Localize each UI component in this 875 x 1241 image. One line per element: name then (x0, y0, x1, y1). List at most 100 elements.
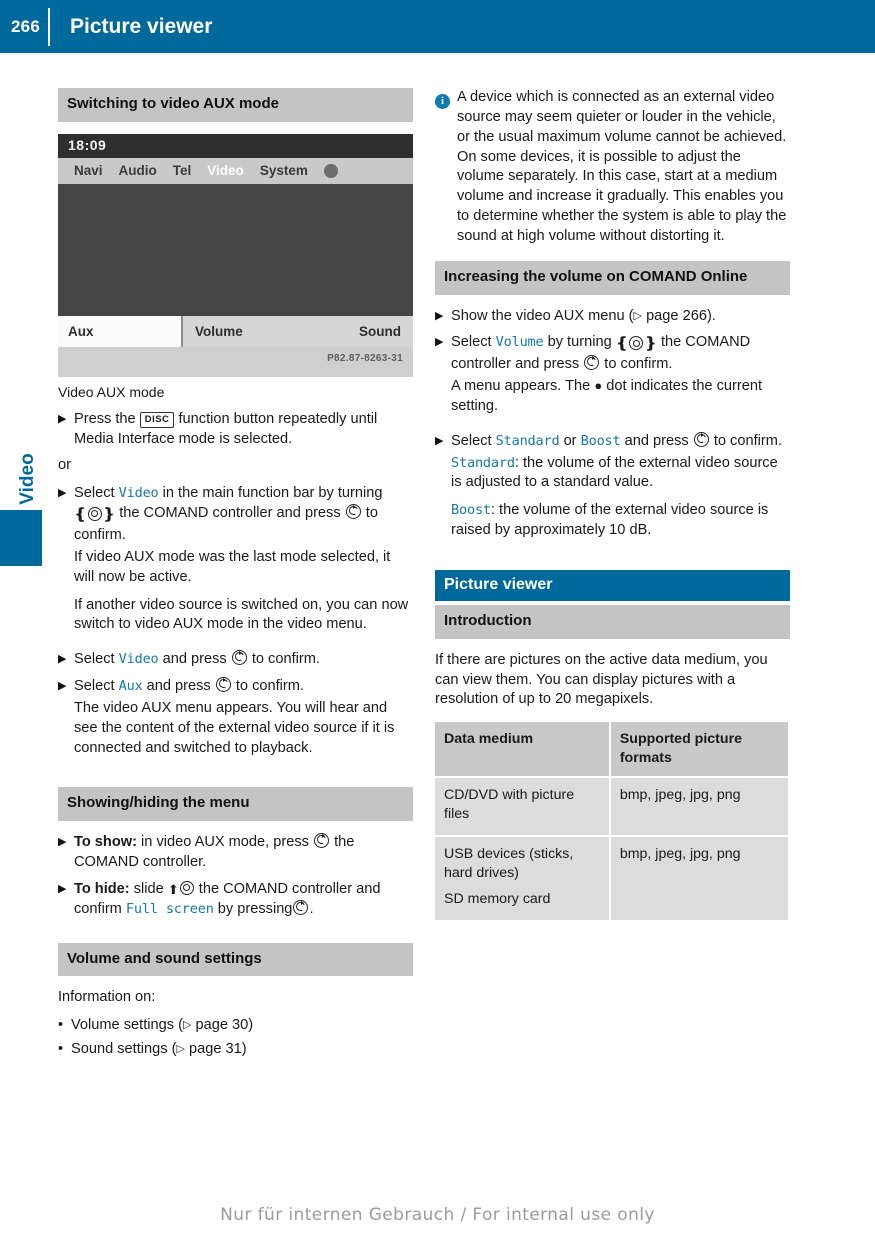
step-select-video-confirm: ▶ Select Video and press to confirm. (58, 650, 413, 670)
step-body: Select Standard or Boost and press to co… (451, 431, 790, 549)
information-on-label: Information on: (58, 989, 156, 1006)
screenshot-menu-audio: Audio (118, 163, 157, 179)
heading-picture-viewer: Picture viewer (435, 569, 790, 601)
dot-bullet-icon: • (58, 1040, 64, 1057)
step-text-or: or (563, 432, 577, 449)
page-header: 266 Picture viewer (0, 0, 875, 53)
comand-turn-icon: ❴ ❵ (74, 506, 116, 524)
comand-screenshot: 18:09 Navi Audio Tel Video System Aux Vo… (58, 133, 413, 377)
comand-slide-up-icon: ⬆ (167, 881, 179, 897)
screenshot-video-area (58, 183, 413, 316)
list-item: • Sound settings (▷ page 31) (58, 1040, 413, 1060)
screenshot-footer-strip: P82.87-8263-31 (58, 346, 413, 377)
step-note-1: If video AUX mode was the last mode sele… (74, 548, 391, 585)
screenshot-softkey-bar: Aux Volume Sound (58, 315, 413, 347)
table-header-row: Data medium Supported picture formats (435, 722, 788, 777)
screenshot-knob-icon (323, 163, 338, 178)
list-item-label: Volume settings ( (71, 1017, 183, 1034)
heading-volume-sound-settings: Volume and sound settings (58, 942, 413, 977)
step-body: Show the video AUX menu (▷ page 266). (451, 307, 790, 327)
page-footer: Nur für internen Gebrauch / For internal… (220, 1205, 655, 1225)
list-item-body: Sound settings (▷ page 31) (71, 1040, 247, 1060)
triangle-bullet-icon: ▶ (435, 434, 444, 447)
list-item-label: Sound settings ( (71, 1040, 177, 1057)
screenshot-main-function-bar: Navi Audio Tel Video System (58, 157, 413, 184)
step-text-b: and press (162, 651, 227, 668)
step-text-c: to confirm. (235, 678, 304, 695)
comand-press-icon (231, 650, 247, 666)
screenshot-menu-tel: Tel (172, 163, 192, 179)
step-text-a: Select (451, 334, 492, 351)
screenshot-softkey-aux: Aux (58, 315, 183, 347)
screenshot-clock: 18:09 (68, 136, 107, 153)
step-text-c: to confirm. (251, 651, 320, 668)
header-divider (48, 8, 50, 46)
step-body: To show: in video AUX mode, press the CO… (74, 833, 413, 873)
comand-press-icon (345, 504, 361, 520)
step-text-a: Select (74, 678, 115, 695)
step-select-aux-confirm: ▶ Select Aux and press to confirm. The v… (58, 677, 413, 766)
comand-turn-icon: ❴ ❵ (615, 335, 657, 353)
triangle-bullet-icon: ▶ (58, 487, 67, 500)
step-to-show: ▶ To show: in video AUX mode, press the … (58, 833, 413, 873)
step-text-b: in the main function bar by turning (162, 485, 383, 502)
step-text-b: and press (624, 432, 689, 449)
menu-item-video: Video (118, 485, 159, 502)
step-text-d: . (309, 900, 314, 917)
step-text-b: ). (706, 307, 716, 324)
table-cell-formats: bmp, jpeg, jpg, png (610, 836, 788, 920)
or-label: or (58, 457, 71, 474)
triangle-bullet-icon: ▶ (435, 309, 444, 322)
step-body: Press the DISC function button repeatedl… (74, 410, 413, 450)
heading-switching-video-aux: Switching to video AUX mode (58, 88, 413, 122)
step-text-c: the COMAND controller and press (119, 505, 341, 522)
menu-item-aux: Aux (118, 678, 143, 695)
page-number: 266 (11, 16, 40, 36)
step-press-disc: ▶ Press the DISC function button repeate… (58, 410, 413, 450)
screenshot-figure-code: P82.87-8263-31 (327, 352, 403, 364)
step-note-2: If another video source is switched on, … (74, 596, 409, 633)
step-text-a: in video AUX mode, press (141, 834, 309, 851)
step-text-d: to confirm. (604, 356, 673, 373)
step-select-standard-or-boost: ▶ Select Standard or Boost and press to … (435, 431, 790, 549)
step-text-b: by turning (547, 334, 612, 351)
info-icon-wrap: i (435, 88, 457, 247)
cross-reference-icon: ▷ (176, 1042, 185, 1055)
step-body: Select Video and press to confirm. (74, 650, 413, 670)
list-item: • Volume settings (▷ page 30) (58, 1016, 413, 1036)
triangle-bullet-icon: ▶ (58, 412, 67, 425)
list-item-body: Volume settings (▷ page 30) (71, 1016, 253, 1036)
step-body: To hide: slide ⬆ the COMAND controller a… (74, 880, 413, 920)
table-cell-medium-line1: USB devices (sticks, hard drives) (444, 845, 574, 882)
screenshot-softkey-volume: Volume (195, 323, 243, 339)
step-select-video-main-bar: ▶ Select Video in the main function bar … (58, 484, 413, 643)
figure-caption: Video AUX mode (58, 383, 165, 400)
boost-description-text: : the volume of the external video sourc… (451, 502, 769, 539)
disc-button-icon: DISC (139, 411, 175, 428)
screenshot-status-bar: 18:09 (58, 133, 413, 158)
list-item-tail: ) (241, 1040, 247, 1057)
page-title: Picture viewer (70, 14, 213, 38)
menu-item-full-screen: Full screen (125, 900, 214, 917)
info-icon: i (435, 94, 450, 109)
triangle-bullet-icon: ▶ (435, 336, 444, 349)
step-body: Select Video in the main function bar by… (74, 484, 413, 643)
menu-item-standard: Standard (451, 454, 515, 471)
left-column: Switching to video AUX mode 18:09 Navi A… (58, 88, 413, 1064)
screenshot-menu-navi: Navi (74, 163, 103, 179)
info-note: i A device which is connected as an exte… (435, 88, 790, 247)
table-row: CD/DVD with picture files bmp, jpeg, jpg… (435, 778, 788, 835)
step-text-c: to confirm. (713, 432, 782, 449)
step-note: The video AUX menu appears. You will hea… (74, 699, 395, 756)
step-note: A menu appears. The ● dot indicates the … (451, 377, 790, 417)
screenshot-softkey-sound: Sound (359, 323, 401, 339)
table-cell-medium-line2: SD memory card (444, 891, 551, 908)
table-row: USB devices (sticks, hard drives) SD mem… (435, 836, 788, 920)
comand-press-icon (293, 899, 309, 915)
comand-press-icon (693, 431, 709, 447)
triangle-bullet-icon: ▶ (58, 680, 67, 693)
heading-showing-hiding-menu: Showing/hiding the menu (58, 787, 413, 822)
menu-item-standard: Standard (495, 432, 560, 449)
list-item-tail: ) (248, 1017, 254, 1034)
table-cell-formats: bmp, jpeg, jpg, png (610, 778, 788, 835)
